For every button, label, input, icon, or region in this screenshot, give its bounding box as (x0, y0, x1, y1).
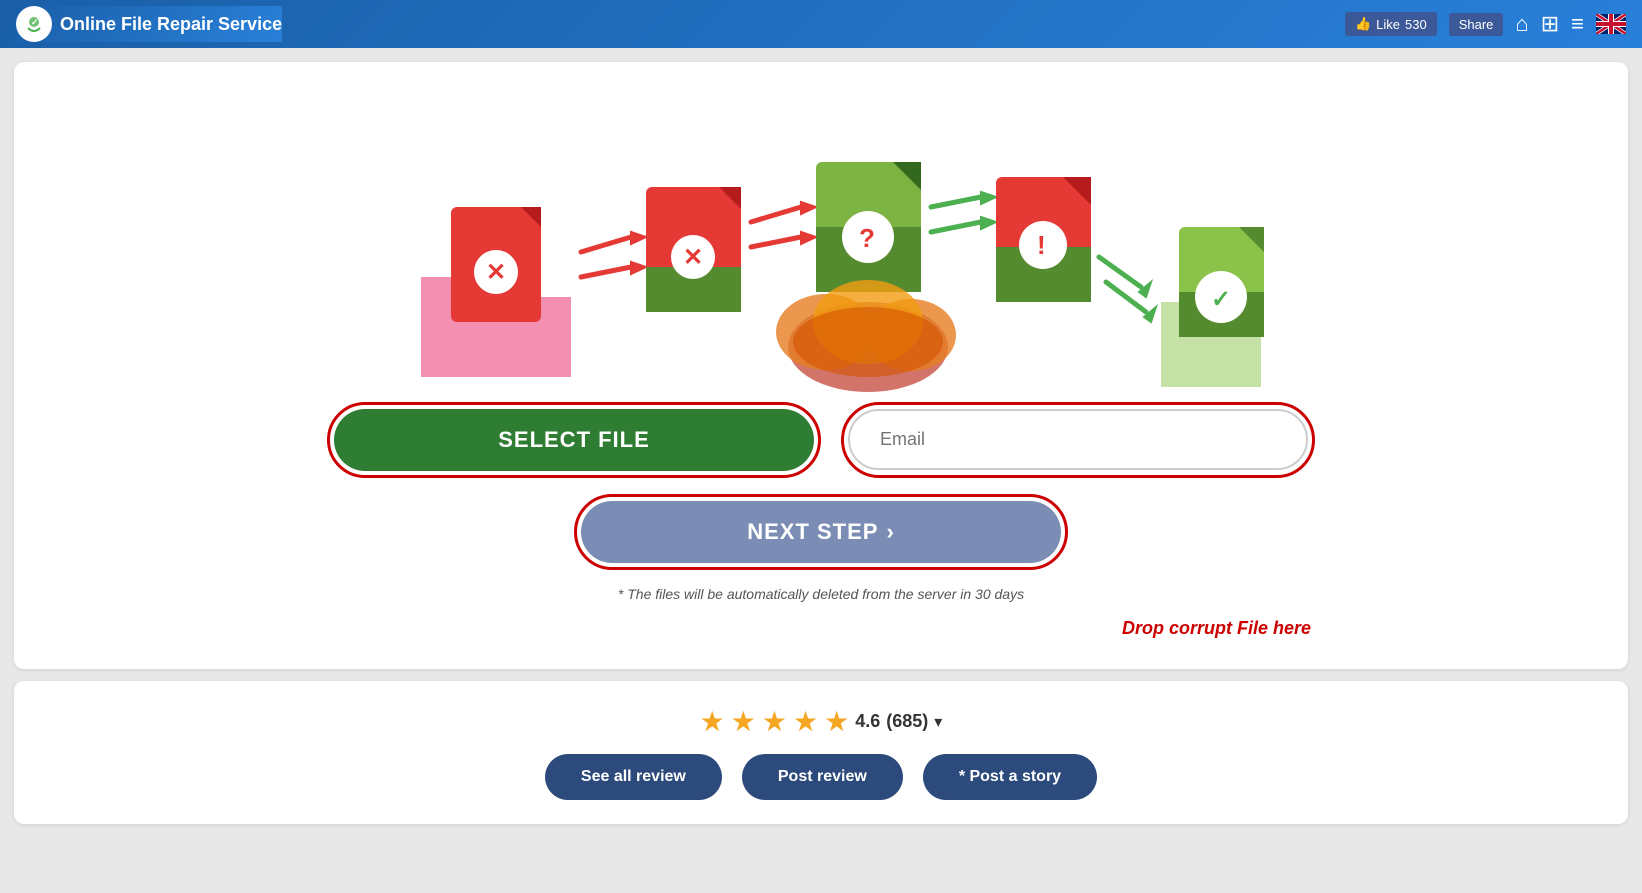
svg-text:✓: ✓ (31, 17, 39, 27)
illustration-area: ✕ ✕ (54, 92, 1588, 402)
flag-icon[interactable] (1596, 14, 1626, 34)
header-right: 👍 Like 530 Share ⌂ ⊞ ≡ (1345, 11, 1626, 37)
star-1: ★ (700, 705, 725, 738)
next-step-button[interactable]: NEXT STEP › (581, 501, 1061, 563)
stars-area: ★ ★ ★ ★ ★ 4.6 (685) ▾ (700, 705, 943, 738)
header: ✓ Online File Repair Service 👍 Like 530 … (0, 0, 1642, 48)
email-input-wrapper (841, 402, 1315, 478)
fb-like-button[interactable]: 👍 Like 530 (1345, 12, 1437, 36)
rating-value: 4.6 (855, 711, 880, 732)
rating-count: (685) (886, 711, 928, 732)
svg-text:✕: ✕ (683, 244, 703, 271)
svg-text:!: ! (1037, 230, 1046, 260)
post-review-button[interactable]: Post review (742, 754, 903, 800)
star-2: ★ (731, 705, 756, 738)
logo-area: ✓ Online File Repair Service (16, 6, 282, 42)
header-title: Online File Repair Service (60, 14, 282, 35)
select-file-button[interactable]: SELECT FILE (334, 409, 814, 471)
svg-text:?: ? (859, 223, 875, 253)
see-all-review-button[interactable]: See all review (545, 754, 722, 800)
drop-text: Drop corrupt File here (1122, 618, 1311, 638)
action-row: SELECT FILE (331, 402, 1311, 478)
menu-button[interactable]: ≡ (1571, 11, 1584, 37)
disclaimer-text: * The files will be automatically delete… (618, 586, 1024, 602)
action-area: SELECT FILE NEXT STEP › * The files will… (54, 402, 1588, 639)
email-input[interactable] (848, 409, 1308, 470)
star-5: ★ (824, 705, 849, 738)
home-button[interactable]: ⌂ (1515, 11, 1528, 37)
review-card: ★ ★ ★ ★ ★ 4.6 (685) ▾ See all review Pos… (14, 681, 1628, 824)
star-4: ★ (793, 705, 818, 738)
thumbs-up-icon: 👍 (1355, 16, 1371, 32)
svg-text:✕: ✕ (486, 259, 506, 286)
rating-dropdown-icon[interactable]: ▾ (934, 712, 942, 732)
review-buttons: See all review Post review * Post a stor… (545, 754, 1097, 800)
select-file-wrapper: SELECT FILE (327, 402, 821, 478)
fb-share-button[interactable]: Share (1449, 13, 1504, 36)
post-story-button[interactable]: * Post a story (923, 754, 1097, 800)
logo-icon: ✓ (16, 6, 52, 42)
svg-text:✓: ✓ (1211, 286, 1231, 313)
next-step-label: NEXT STEP (747, 519, 878, 545)
apps-button[interactable]: ⊞ (1541, 11, 1559, 37)
star-3: ★ (762, 705, 787, 738)
fb-count: 530 (1405, 17, 1427, 32)
process-illustration: ✕ ✕ (371, 97, 1271, 397)
fb-like-label: Like (1376, 17, 1400, 32)
main-card: ✕ ✕ (14, 62, 1628, 669)
next-step-wrapper: NEXT STEP › (574, 494, 1068, 570)
next-step-chevron: › (886, 519, 894, 545)
